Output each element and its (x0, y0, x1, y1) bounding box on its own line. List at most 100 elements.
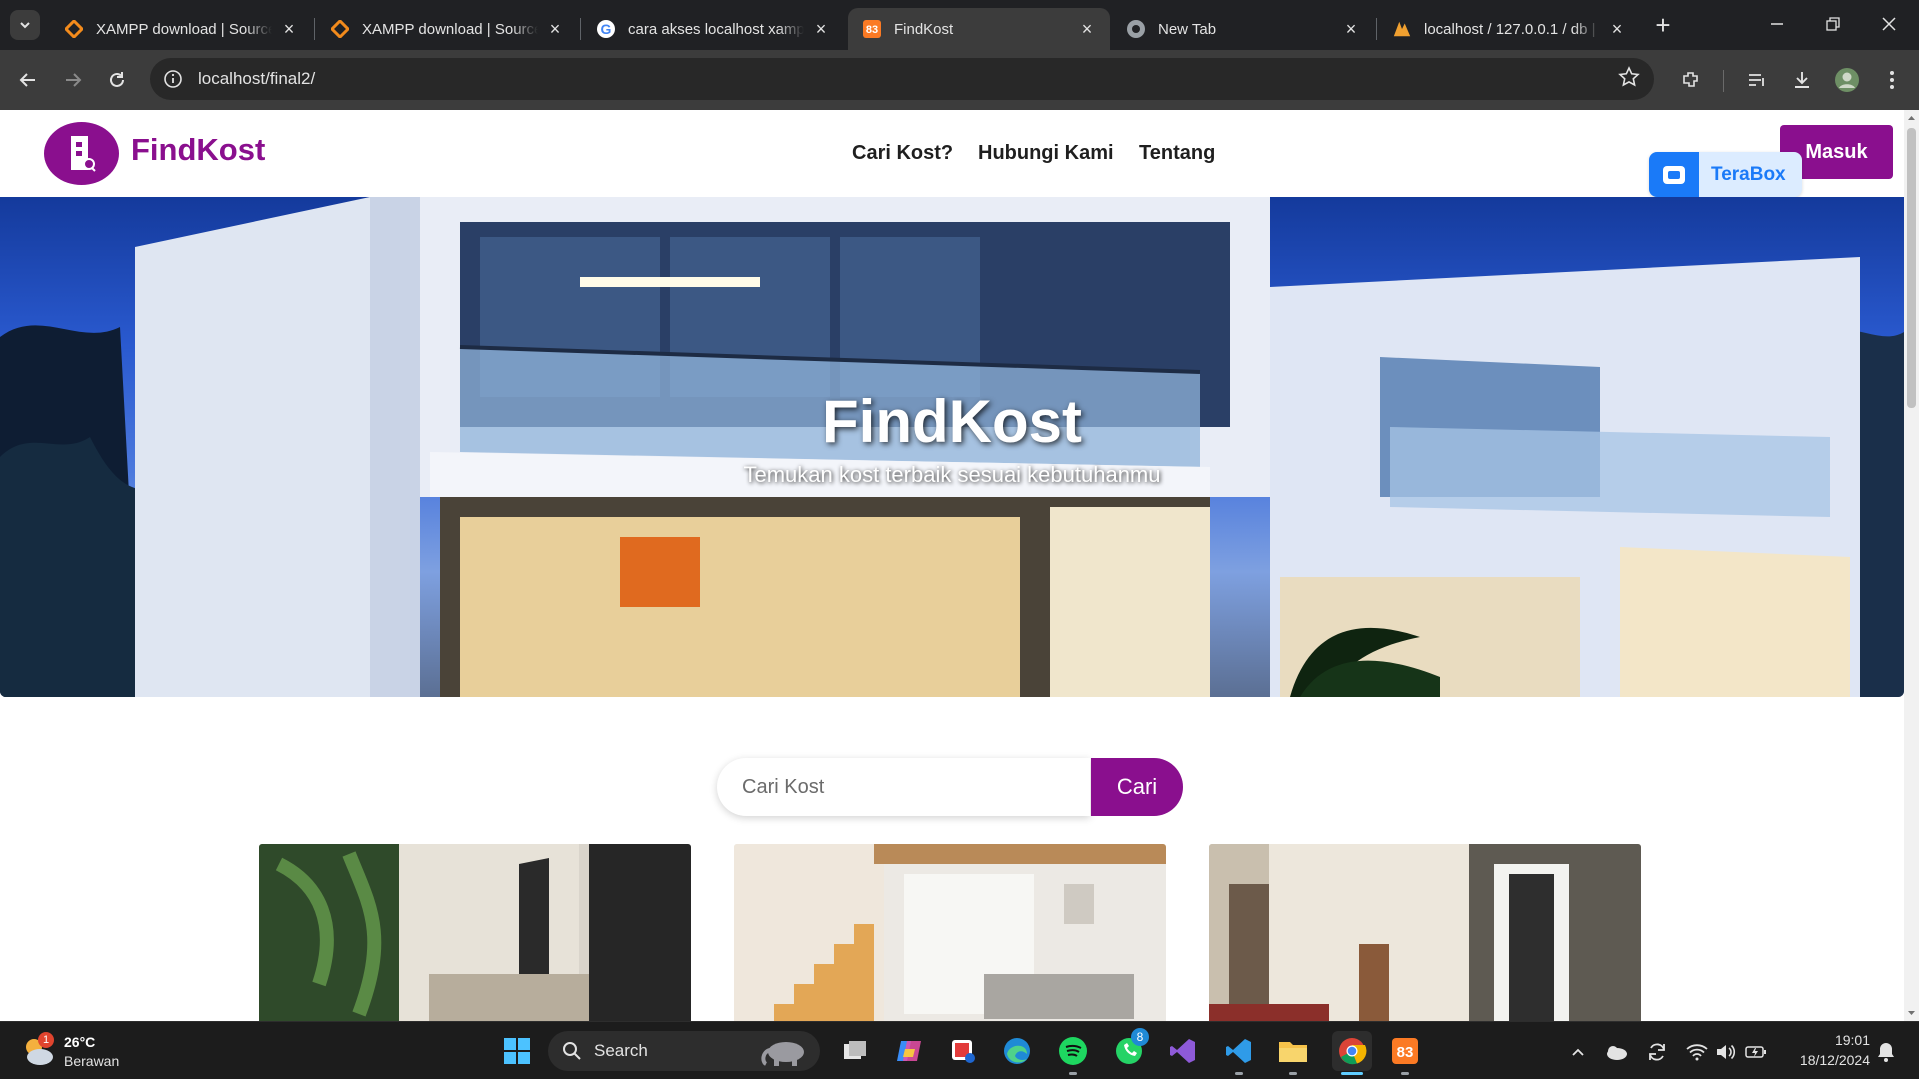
wifi-tray[interactable] (1685, 1040, 1709, 1064)
puzzle-icon (1683, 72, 1698, 87)
browser-toolbar: localhost/final2/ (0, 50, 1919, 110)
tab-title: XAMPP download | SourceForge (362, 20, 538, 38)
search-input[interactable] (742, 775, 1062, 799)
page-scrollbar[interactable] (1904, 110, 1919, 1021)
weather-widget[interactable]: 1 26°C Berawan (20, 1032, 180, 1072)
running-indicator (1069, 1072, 1077, 1075)
playlist-icon (1749, 74, 1764, 86)
forward-button[interactable] (59, 66, 87, 94)
kost-image-2 (734, 844, 1166, 1021)
taskbar-search-box[interactable]: Search (548, 1031, 820, 1071)
browser-menu-button[interactable] (1878, 66, 1906, 94)
edge-icon (1004, 1038, 1030, 1064)
taskbar-vscode[interactable] (1222, 1034, 1256, 1068)
taskbar-copilot[interactable] (892, 1034, 926, 1068)
svg-text:83: 83 (866, 24, 878, 36)
copilot-icon (897, 1041, 921, 1061)
search-field-wrapper (717, 758, 1090, 816)
taskbar-visual-studio[interactable] (1166, 1034, 1200, 1068)
tab-title: localhost / 127.0.0.1 / db | phpMyAdmin (1424, 20, 1600, 38)
windows-start-button[interactable] (500, 1034, 534, 1068)
site-navbar: FindKost Cari Kost? Hubungi Kami Tentang… (0, 110, 1904, 197)
extensions-button[interactable] (1677, 66, 1705, 94)
scroll-down-icon (1908, 1011, 1915, 1015)
running-indicator (1235, 1072, 1243, 1075)
active-indicator (1341, 1072, 1363, 1075)
chrome-icon (1339, 1038, 1367, 1065)
hero-banner: FindKost Temukan kost terbaik sesuai keb… (0, 197, 1904, 697)
search-button[interactable]: Cari (1091, 758, 1183, 816)
cloud-icon (1607, 1046, 1627, 1060)
kost-image-1 (259, 844, 691, 1021)
windows-taskbar: 1 26°C Berawan Search 8 83 19:01 18/12/2… (0, 1021, 1919, 1079)
taskbar-xampp[interactable]: 83 (1388, 1034, 1422, 1068)
tab-title: XAMPP download | SourceForge (96, 20, 272, 38)
svg-text:G: G (601, 21, 612, 37)
profile-avatar[interactable] (1833, 66, 1861, 94)
battery-tray[interactable] (1744, 1040, 1768, 1064)
tab-xampp-2[interactable]: XAMPP download | SourceForge × (316, 8, 578, 50)
weather-description: Berawan (64, 1053, 120, 1069)
tab-title: New Tab (1158, 20, 1217, 38)
show-hidden-icons-button[interactable] (1566, 1040, 1590, 1064)
bookmark-star-icon[interactable] (1618, 65, 1640, 93)
nav-link-cari-kost[interactable]: Cari Kost? (852, 142, 953, 165)
clock[interactable]: 19:01 18/12/2024 (1770, 1030, 1870, 1072)
sync-tray[interactable] (1645, 1040, 1669, 1064)
close-icon[interactable]: × (546, 20, 564, 38)
close-icon[interactable]: × (1078, 20, 1096, 38)
tab-xampp-1[interactable]: XAMPP download | SourceForge × (50, 8, 312, 50)
close-icon[interactable]: × (1342, 20, 1360, 38)
findkost-logo[interactable] (44, 122, 119, 185)
toolbar-divider (1723, 70, 1724, 92)
tab-google-search[interactable]: G cara akses localhost xampp × (582, 8, 844, 50)
chrome-icon (1126, 19, 1146, 39)
site-info-icon[interactable] (162, 68, 184, 90)
google-icon: G (596, 19, 616, 39)
taskbar-spotify[interactable] (1056, 1034, 1090, 1068)
minimize-button[interactable] (1752, 8, 1802, 40)
tab-findkost[interactable]: 83 FindKost × (848, 8, 1110, 50)
terabox-extension-button[interactable]: TeraBox (1649, 152, 1802, 197)
address-bar[interactable]: localhost/final2/ (150, 58, 1654, 100)
xampp-icon: 83 (1392, 1038, 1418, 1064)
back-button[interactable] (14, 66, 42, 94)
tab-phpmyadmin[interactable]: localhost / 127.0.0.1 / db | phpMyAdmin … (1378, 8, 1640, 50)
scrollbar-thumb[interactable] (1907, 128, 1916, 408)
kost-image-3 (1209, 844, 1641, 1021)
nav-link-hubungi-kami[interactable]: Hubungi Kami (978, 142, 1114, 165)
downloads-button[interactable] (1788, 66, 1816, 94)
restore-button[interactable] (1808, 8, 1858, 40)
sync-icon (1649, 1043, 1665, 1061)
close-window-button[interactable] (1864, 8, 1914, 40)
arrow-left-icon (19, 73, 35, 87)
close-icon[interactable]: × (812, 20, 830, 38)
tab-title: cara akses localhost xampp (628, 20, 804, 38)
restore-icon (1826, 17, 1840, 31)
kost-card-1[interactable] (259, 844, 691, 1021)
tab-search-button[interactable] (10, 10, 40, 40)
page-viewport: FindKost Cari Kost? Hubungi Kami Tentang… (0, 110, 1904, 1021)
close-icon[interactable]: × (1608, 20, 1626, 38)
running-indicator (1289, 1072, 1297, 1075)
onedrive-tray[interactable] (1604, 1040, 1628, 1064)
avatar-icon (1835, 68, 1859, 92)
brand-name[interactable]: FindKost (131, 132, 265, 168)
taskbar-file-explorer[interactable] (1276, 1034, 1310, 1068)
kost-card-2[interactable] (734, 844, 1166, 1021)
taskbar-task-view[interactable] (838, 1034, 872, 1068)
volume-tray[interactable] (1714, 1040, 1738, 1064)
nav-link-tentang[interactable]: Tentang (1139, 142, 1215, 165)
notifications-button[interactable] (1874, 1040, 1898, 1064)
tab-new-tab[interactable]: New Tab × (1112, 8, 1374, 50)
taskbar-edge[interactable] (1000, 1034, 1034, 1068)
new-tab-button[interactable]: + (1648, 12, 1678, 42)
elephant-doodle-icon (761, 1042, 804, 1066)
wifi-icon (1686, 1044, 1708, 1061)
reload-button[interactable] (103, 66, 131, 94)
taskbar-snipping-tool[interactable] (946, 1034, 980, 1068)
close-icon[interactable]: × (280, 20, 298, 38)
media-control-button[interactable] (1743, 66, 1771, 94)
taskbar-chrome[interactable] (1332, 1031, 1372, 1071)
kost-card-3[interactable] (1209, 844, 1641, 1021)
